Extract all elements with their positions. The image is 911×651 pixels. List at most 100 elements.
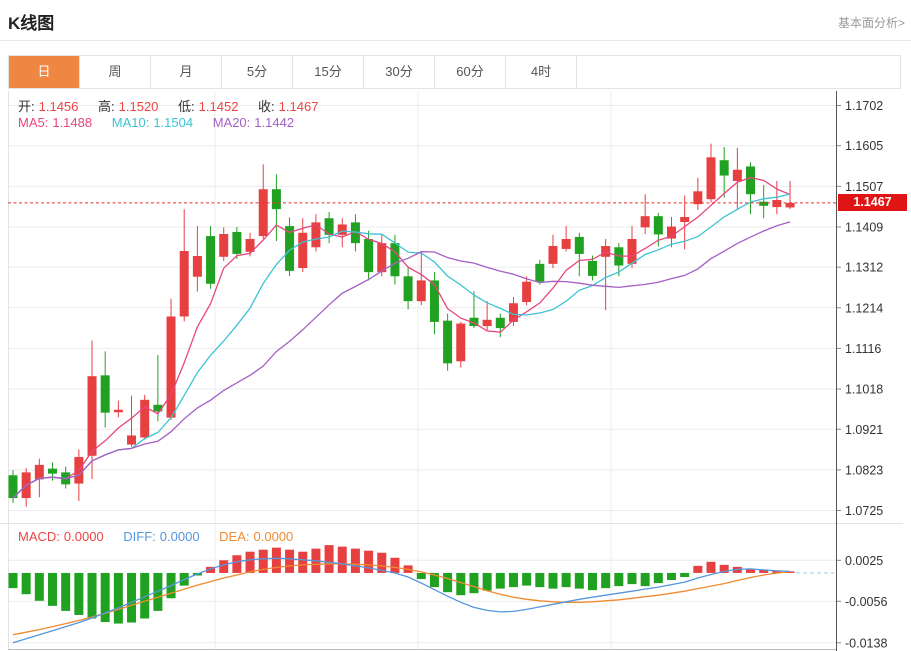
price-axis-label: 1.1018 [845, 383, 883, 397]
candle-body [298, 233, 307, 268]
ohlc-readout: 开:1.1456 高:1.1520 低:1.1452 收:1.1467 [18, 96, 322, 115]
candle-body [219, 234, 228, 257]
high-label: 高: [98, 99, 115, 114]
macd-bar [548, 573, 557, 589]
ma10-label: MA10: [112, 115, 150, 130]
macd-bar [627, 573, 636, 584]
macd-bar [443, 573, 452, 592]
candle-body [404, 276, 413, 301]
macd-bar [509, 573, 518, 587]
candle-body [88, 376, 97, 456]
dea-label: DEA: [219, 529, 249, 544]
candle-body [483, 320, 492, 326]
macd-bar [246, 552, 255, 573]
macd-bar [35, 573, 44, 601]
ma5-value: 1.1488 [52, 115, 92, 130]
macd-axis-label: 0.0025 [845, 554, 883, 568]
candle-body [786, 203, 795, 208]
candle-body [48, 469, 57, 474]
close-label: 收: [258, 99, 275, 114]
open-label: 开: [18, 99, 35, 114]
diff-label: DIFF: [123, 529, 156, 544]
macd-bar [707, 562, 716, 573]
candle-body [206, 236, 215, 284]
macd-bar [390, 558, 399, 573]
low-label: 低: [178, 99, 195, 114]
candle-body [733, 170, 742, 181]
macd-bar [114, 573, 123, 624]
candle-body [101, 375, 110, 412]
candle-body [575, 237, 584, 254]
price-axis-label: 1.1605 [845, 139, 883, 153]
macd-bar [614, 573, 623, 586]
macd-axis-label: -0.0056 [845, 595, 887, 609]
candle-body [746, 166, 755, 194]
macd-bar [351, 549, 360, 573]
macd-bar [325, 545, 334, 573]
candle-body [535, 264, 544, 282]
macd-bar [417, 573, 426, 579]
macd-bar [48, 573, 57, 606]
ma20-value: 1.1442 [254, 115, 294, 130]
macd-bar [364, 551, 373, 573]
macd-bar [272, 548, 281, 573]
candle-body [627, 239, 636, 264]
macd-bar [285, 550, 294, 573]
candle-body [364, 239, 373, 272]
candle-body [693, 191, 702, 204]
candle-body [641, 216, 650, 227]
diff-value: 0.0000 [160, 529, 200, 544]
macd-bar [74, 573, 83, 615]
candle-body [562, 239, 571, 249]
high-value: 1.1520 [119, 99, 159, 114]
candle-body [390, 243, 399, 276]
candle-body [259, 189, 268, 236]
candle-body [759, 202, 768, 206]
candle-body [180, 251, 189, 316]
candle-body [654, 216, 663, 234]
macd-bar [562, 573, 571, 587]
candle-body [601, 246, 610, 257]
macd-bar [338, 547, 347, 573]
macd-bar [88, 573, 97, 619]
macd-bar [680, 573, 689, 577]
macd-bar [522, 573, 531, 586]
ma20-label: MA20: [213, 115, 251, 130]
candle-body [588, 261, 597, 276]
macd-bar [483, 573, 492, 591]
ma10-line [13, 194, 790, 498]
candle-body [167, 316, 176, 417]
candle-body [127, 435, 136, 444]
macd-bar [496, 573, 505, 589]
price-axis-label: 1.1116 [845, 342, 881, 356]
ma-readout: MA5:1.1488 MA10:1.1504 MA20:1.1442 [18, 115, 298, 130]
macd-bar [641, 573, 650, 586]
price-axis-label: 1.0921 [845, 423, 883, 437]
macd-axis-label: -0.0138 [845, 636, 887, 650]
price-axis-label: 1.1507 [845, 180, 883, 194]
candle-body [417, 280, 426, 301]
macd-bar [601, 573, 610, 588]
macd-bar [22, 573, 31, 594]
macd-bar [298, 552, 307, 573]
macd-bar [588, 573, 597, 590]
macd-bar [535, 573, 544, 587]
macd-bar [667, 573, 676, 580]
candle-body [338, 224, 347, 234]
price-axis-label: 1.0725 [845, 504, 883, 518]
macd-bar [61, 573, 70, 611]
ma20-line [13, 222, 790, 498]
price-axis-label: 1.1409 [845, 220, 883, 234]
macd-value: 0.0000 [64, 529, 104, 544]
candle-body [772, 200, 781, 207]
price-axis-label: 1.0823 [845, 463, 883, 477]
candle-body [456, 324, 465, 362]
candle-body [680, 217, 689, 222]
macd-bar [9, 573, 18, 588]
price-axis-label: 1.1312 [845, 261, 883, 275]
macd-bar [127, 573, 136, 623]
candle-body [707, 157, 716, 199]
low-value: 1.1452 [199, 99, 239, 114]
ma5-line [13, 178, 790, 499]
candle-body [430, 280, 439, 321]
